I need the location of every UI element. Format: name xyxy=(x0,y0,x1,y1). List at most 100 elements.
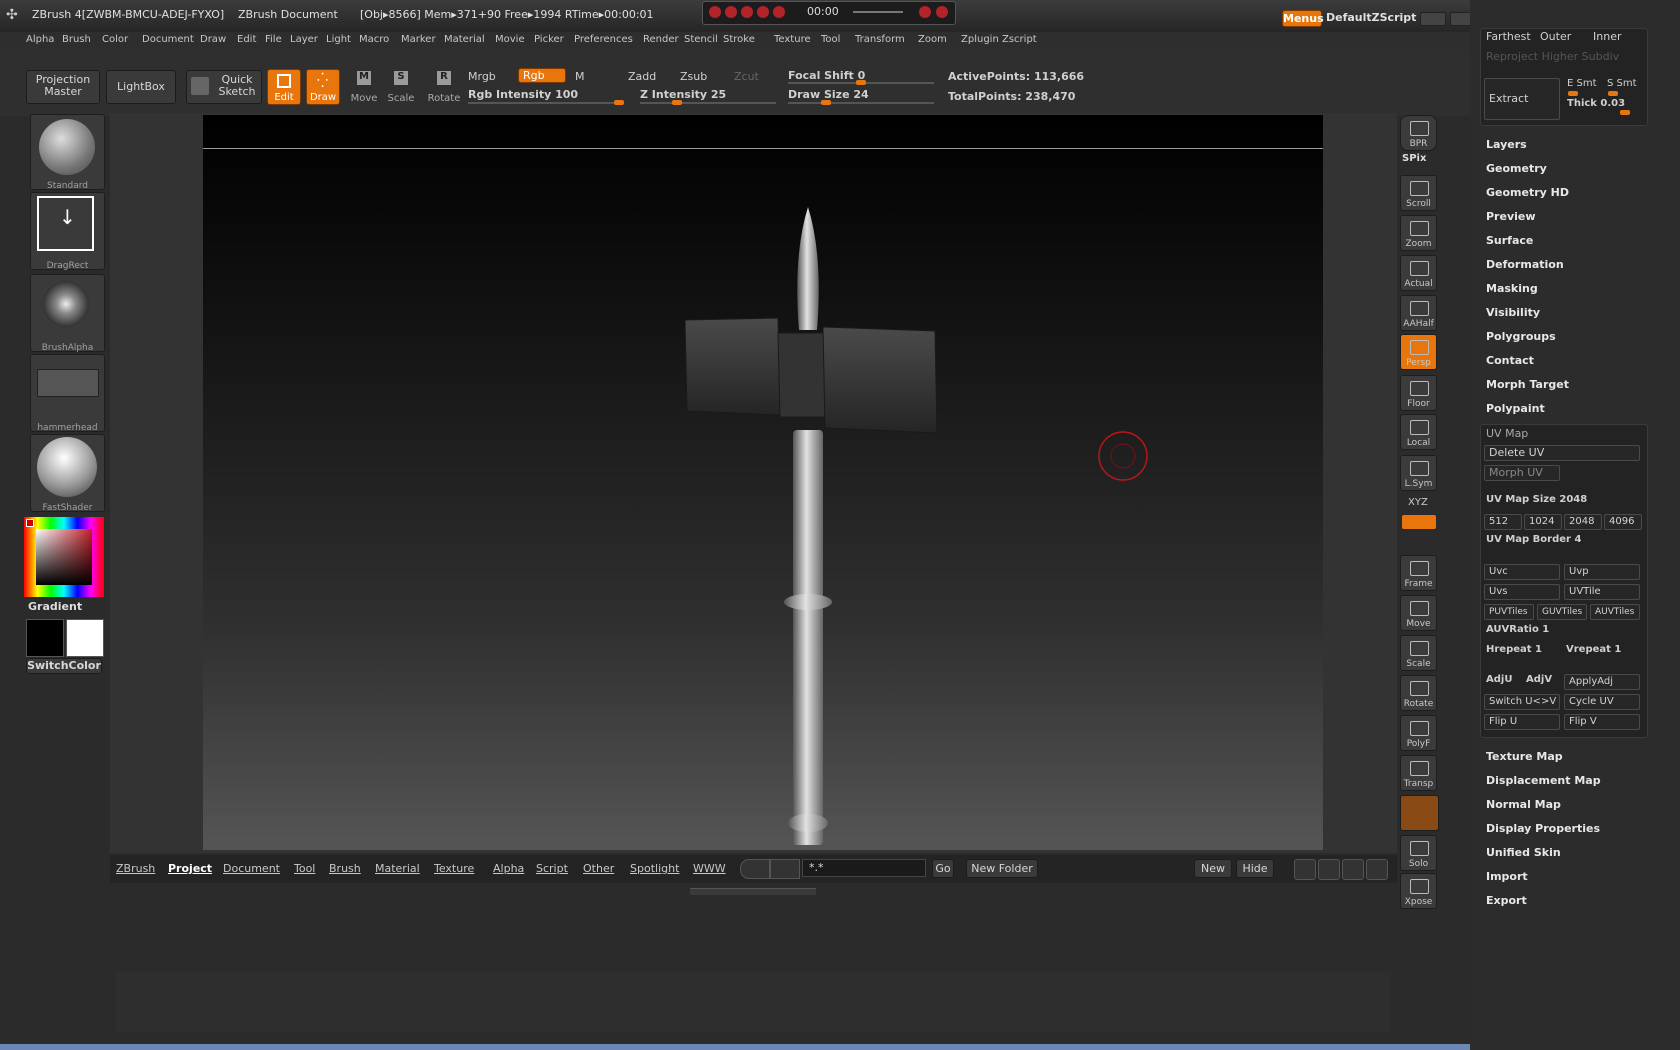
persp-button[interactable]: Persp xyxy=(1400,334,1437,370)
quick-sketch-button[interactable]: Quick Sketch xyxy=(186,70,262,104)
move-button[interactable]: Move xyxy=(1400,595,1437,631)
palette-contact[interactable]: Contact xyxy=(1486,354,1534,367)
z-intensity-slider[interactable] xyxy=(640,100,776,105)
palette-deformation[interactable]: Deformation xyxy=(1486,258,1564,271)
hammer-model[interactable] xyxy=(203,115,1323,850)
uv-size-2048-button[interactable]: 2048 xyxy=(1564,514,1602,530)
zoom-button[interactable]: Zoom xyxy=(1400,215,1437,251)
menu-picker[interactable]: Picker xyxy=(534,34,564,45)
brush-thumbnail[interactable]: Standard xyxy=(30,114,105,191)
minimize-icon[interactable] xyxy=(919,6,931,18)
lightbox-tab-document[interactable]: Document xyxy=(223,862,280,875)
projection-master-button[interactable]: Projection Master xyxy=(26,70,100,104)
lightbox-tab-other[interactable]: Other xyxy=(583,862,614,875)
local-button[interactable]: Local xyxy=(1400,414,1437,450)
extract-button[interactable]: Extract xyxy=(1484,78,1560,120)
uvc-button[interactable]: Uvc xyxy=(1484,564,1560,580)
stroke-thumbnail[interactable]: ↓ DragRect xyxy=(30,192,105,271)
secondary-color-swatch[interactable] xyxy=(26,619,64,657)
layout-4-icon[interactable] xyxy=(1366,859,1388,880)
guvtiles-button[interactable]: GUVTiles xyxy=(1537,604,1587,620)
uvtile-button[interactable]: UVTile xyxy=(1564,584,1640,600)
menu-stencil[interactable]: Stencil xyxy=(684,34,718,45)
adju-slider[interactable]: AdjU xyxy=(1486,674,1512,685)
frame-button[interactable]: Frame xyxy=(1400,555,1437,591)
menu-color[interactable]: Color xyxy=(102,34,128,45)
new-folder-button[interactable]: New Folder xyxy=(966,859,1038,878)
main-color-swatch[interactable] xyxy=(66,619,104,657)
auvtiles-button[interactable]: AUVTiles xyxy=(1590,604,1640,620)
material-thumbnail[interactable]: FastShader xyxy=(30,434,105,513)
auvratio-slider[interactable]: AUVRatio 1 xyxy=(1486,624,1549,635)
go-button[interactable]: Go xyxy=(932,859,954,878)
scale-button[interactable]: S Scale xyxy=(384,69,418,105)
layout-1-icon[interactable] xyxy=(1294,859,1316,880)
farthest-label[interactable]: Farthest xyxy=(1486,30,1531,43)
uv-size-512-button[interactable]: 512 xyxy=(1484,514,1522,530)
vrepeat-slider[interactable]: Vrepeat 1 xyxy=(1566,644,1621,655)
menu-transform[interactable]: Transform xyxy=(855,34,905,45)
lightbox-tab-project[interactable]: Project xyxy=(168,862,212,875)
lightbox-button[interactable]: LightBox xyxy=(106,70,176,104)
uv-map-border-label[interactable]: UV Map Border 4 xyxy=(1486,534,1581,545)
menu-marker[interactable]: Marker xyxy=(401,34,436,45)
focal-shift-slider[interactable] xyxy=(788,80,934,85)
palette-import[interactable]: Import xyxy=(1486,870,1528,883)
prev-arrow-icon[interactable] xyxy=(740,859,770,879)
s-smt-label[interactable]: S Smt xyxy=(1607,78,1637,89)
menu-texture[interactable]: Texture xyxy=(774,34,811,45)
s-smt-knob[interactable] xyxy=(1608,91,1618,96)
palette-morph-target[interactable]: Morph Target xyxy=(1486,378,1569,391)
switch-uv-button[interactable]: Switch U<>V xyxy=(1484,694,1560,710)
z-intensity-knob[interactable] xyxy=(671,100,682,105)
uv-size-1024-button[interactable]: 1024 xyxy=(1524,514,1562,530)
close-icon[interactable] xyxy=(936,6,948,18)
uv-map-title[interactable]: UV Map xyxy=(1486,427,1528,440)
layout-left-icon[interactable] xyxy=(1420,12,1446,26)
e-smt-knob[interactable] xyxy=(1568,91,1578,96)
layout-2-icon[interactable] xyxy=(1318,859,1340,880)
outer-label[interactable]: Outer xyxy=(1540,30,1571,43)
menu-zplugin[interactable]: Zplugin xyxy=(961,34,999,45)
layout-3-icon[interactable] xyxy=(1342,859,1364,880)
palette-layers[interactable]: Layers xyxy=(1486,138,1527,151)
lightbox-tab-tool[interactable]: Tool xyxy=(294,862,315,875)
focal-shift-knob[interactable] xyxy=(856,80,866,85)
timeline-slider[interactable] xyxy=(853,11,903,13)
draw-button[interactable]: ⁛ Draw xyxy=(306,69,340,105)
lightbox-tab-texture[interactable]: Texture xyxy=(434,862,474,875)
mrgb-button[interactable]: Mrgb xyxy=(468,70,496,83)
zadd-button[interactable]: Zadd xyxy=(628,70,656,83)
rgb-intensity-slider[interactable] xyxy=(468,100,624,105)
lightbox-tab-spotlight[interactable]: Spotlight xyxy=(630,862,679,875)
menu-stroke[interactable]: Stroke xyxy=(723,34,755,45)
bpr-button[interactable]: BPR xyxy=(1400,115,1437,151)
uvs-button[interactable]: Uvs xyxy=(1484,584,1560,600)
edit-button[interactable]: Edit xyxy=(267,69,301,105)
adjv-slider[interactable]: AdjV xyxy=(1526,674,1552,685)
gradient-label[interactable]: Gradient xyxy=(28,600,82,613)
lightbox-tab-alpha[interactable]: Alpha xyxy=(493,862,524,875)
zsub-button[interactable]: Zsub xyxy=(680,70,707,83)
menu-light[interactable]: Light xyxy=(326,34,351,45)
play-icon[interactable] xyxy=(741,6,753,18)
palette-preview[interactable]: Preview xyxy=(1486,210,1536,223)
uvp-button[interactable]: Uvp xyxy=(1564,564,1640,580)
uv-map-size-label[interactable]: UV Map Size 2048 xyxy=(1486,494,1587,505)
menu-layer[interactable]: Layer xyxy=(290,34,318,45)
lightbox-tab-www[interactable]: WWW xyxy=(693,862,726,875)
solo-button[interactable]: Solo xyxy=(1400,835,1437,871)
palette-masking[interactable]: Masking xyxy=(1486,282,1538,295)
lightbox-tab-zbrush[interactable]: ZBrush xyxy=(116,862,155,875)
morph-uv-button[interactable]: Morph UV xyxy=(1484,465,1560,481)
menu-zoom[interactable]: Zoom xyxy=(918,34,947,45)
menu-render[interactable]: Render xyxy=(643,34,679,45)
ghost-button[interactable] xyxy=(1400,795,1439,831)
palette-geometry[interactable]: Geometry xyxy=(1486,162,1547,175)
menu-movie[interactable]: Movie xyxy=(495,34,525,45)
cycle-uv-button[interactable]: Cycle UV xyxy=(1564,694,1640,710)
menu-macro[interactable]: Macro xyxy=(359,34,389,45)
e-smt-label[interactable]: E Smt xyxy=(1567,78,1597,89)
end-icon[interactable] xyxy=(773,6,785,18)
rotate-button[interactable]: Rotate xyxy=(1400,675,1437,711)
